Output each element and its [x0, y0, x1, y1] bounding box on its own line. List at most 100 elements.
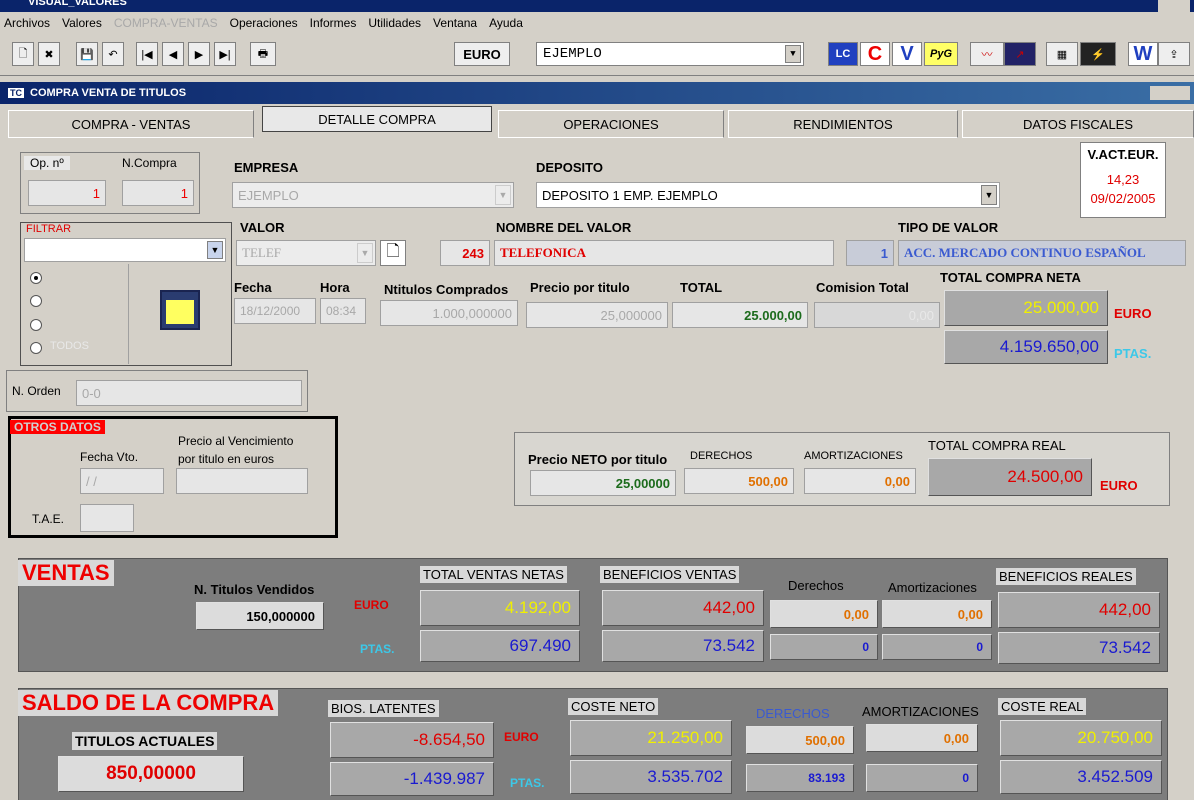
- document-icon[interactable]: 🗋: [380, 240, 406, 266]
- inner-window-controls[interactable]: [1150, 86, 1190, 100]
- op-number-field[interactable]: 1: [28, 180, 106, 206]
- valor-select[interactable]: TELEF ▼: [236, 240, 376, 266]
- menu-utilidades[interactable]: Utilidades: [368, 16, 421, 30]
- comision-field[interactable]: 0,00: [814, 302, 940, 328]
- line-chart-icon[interactable]: 〰: [970, 42, 1004, 66]
- company-select[interactable]: EJEMPLO ▼: [536, 42, 804, 66]
- menu-valores[interactable]: Valores: [62, 16, 102, 30]
- chevron-down-icon[interactable]: ▼: [785, 45, 801, 63]
- currency-button[interactable]: EURO: [454, 42, 510, 66]
- deposito-label: DEPOSITO: [536, 160, 603, 175]
- menu-operaciones[interactable]: Operaciones: [230, 16, 298, 30]
- titulos-actuales-label: TITULOS ACTUALES: [72, 732, 218, 750]
- filter-radio-2[interactable]: [30, 295, 42, 307]
- latentes-ptas: -1.439.987: [330, 762, 494, 796]
- saldo-title: SALDO DE LA COMPRA: [18, 690, 279, 716]
- saldo-amortizaciones-euro: 0,00: [866, 724, 978, 752]
- chevron-down-icon[interactable]: ▼: [495, 185, 511, 205]
- filter-divider: [128, 264, 129, 364]
- beneficios-ventas-euro: 442,00: [602, 590, 764, 626]
- precio-vto-label-2: por titulo en euros: [178, 452, 275, 466]
- first-record-icon[interactable]: |◀: [136, 42, 158, 66]
- window-controls[interactable]: [1158, 0, 1190, 12]
- inner-window-title: COMPRA VENTA DE TITULOS: [30, 87, 187, 99]
- previous-record-icon[interactable]: ◀: [162, 42, 184, 66]
- saldo-amortizaciones-label: AMORTIZACIONES: [862, 704, 979, 719]
- total-field[interactable]: 25.000,00: [672, 302, 808, 328]
- new-document-icon[interactable]: 🗋: [12, 42, 34, 66]
- titulos-vendidos-label: N. Titulos Vendidos: [194, 582, 315, 597]
- tab-rendimientos[interactable]: RENDIMIENTOS: [728, 110, 958, 138]
- fecha-field[interactable]: 18/12/2000: [234, 298, 316, 324]
- derechos-field[interactable]: 500,00: [684, 468, 794, 494]
- company-select-value: EJEMPLO: [543, 46, 602, 62]
- tipo-valor-field[interactable]: ACC. MERCADO CONTINUO ESPAÑOL: [898, 240, 1186, 266]
- valor-code-field[interactable]: 243: [440, 240, 490, 266]
- filter-radio-1[interactable]: [30, 272, 42, 284]
- tab-datos-fiscales[interactable]: DATOS FISCALES: [962, 110, 1194, 138]
- fecha-vto-field[interactable]: / /: [80, 468, 164, 494]
- ventas-netas-label: TOTAL VENTAS NETAS: [420, 566, 567, 583]
- app-logo-icon: TC: [8, 88, 24, 98]
- ncompra-field[interactable]: 1: [122, 180, 194, 206]
- menu-informes[interactable]: Informes: [310, 16, 357, 30]
- tipo-valor-label: TIPO DE VALOR: [898, 220, 999, 235]
- next-record-icon[interactable]: ▶: [188, 42, 210, 66]
- titulos-comprados-field[interactable]: 1.000,000000: [380, 300, 518, 326]
- ventas-derechos-label: Derechos: [788, 578, 844, 593]
- precio-vto-field[interactable]: [176, 468, 308, 494]
- tab-compra-ventas[interactable]: COMPRA - VENTAS: [8, 110, 254, 138]
- chevron-down-icon[interactable]: ▼: [357, 243, 373, 263]
- print-icon[interactable]: 🖶: [250, 42, 276, 66]
- pyg-icon[interactable]: PyG: [924, 42, 958, 66]
- last-record-icon[interactable]: ▶|: [214, 42, 236, 66]
- coste-real-euro: 20.750,00: [1000, 720, 1162, 756]
- tab-detalle-compra[interactable]: DETALLE COMPRA: [262, 106, 492, 132]
- fecha-label: Fecha: [234, 280, 272, 295]
- saldo-ptas-label: PTAS.: [510, 776, 545, 790]
- folder-icon[interactable]: [160, 290, 200, 330]
- menu-ayuda[interactable]: Ayuda: [489, 16, 523, 30]
- menu-ventana[interactable]: Ventana: [433, 16, 477, 30]
- trend-chart-icon[interactable]: ↗: [1004, 42, 1036, 66]
- otros-datos-title: OTROS DATOS: [10, 420, 105, 434]
- venta-icon[interactable]: V: [892, 42, 922, 66]
- deposito-select[interactable]: DEPOSITO 1 EMP. EJEMPLO ▼: [536, 182, 1000, 208]
- amortizaciones-field[interactable]: 0,00: [804, 468, 916, 494]
- delete-icon[interactable]: ✖: [38, 42, 60, 66]
- menu-bar: Archivos Valores COMPRA-VENTAS Operacion…: [0, 12, 1194, 34]
- beneficios-ventas-label: BENEFICIOS VENTAS: [600, 566, 740, 583]
- precio-vto-label-1: Precio al Vencimiento: [178, 434, 294, 448]
- filter-radio-4-label: TODOS: [50, 340, 89, 352]
- word-icon[interactable]: W: [1128, 42, 1158, 66]
- filter-radio-4[interactable]: [30, 342, 42, 354]
- menu-archivos[interactable]: Archivos: [4, 16, 50, 30]
- lightning-icon[interactable]: ⚡: [1080, 42, 1116, 66]
- filter-radio-3[interactable]: [30, 319, 42, 331]
- chevron-down-icon[interactable]: ▼: [207, 241, 223, 259]
- hora-field[interactable]: 08:34: [320, 298, 366, 324]
- tae-field[interactable]: [80, 504, 134, 532]
- export-icon[interactable]: ⇪: [1158, 42, 1190, 66]
- save-icon[interactable]: 💾: [76, 42, 98, 66]
- chevron-down-icon[interactable]: ▼: [981, 185, 997, 205]
- spreadsheet-icon[interactable]: ▦: [1046, 42, 1078, 66]
- coste-real-ptas: 3.452.509: [1000, 760, 1162, 794]
- filter-select[interactable]: ▼: [24, 238, 226, 262]
- beneficios-reales-label: BENEFICIOS REALES: [996, 568, 1136, 585]
- menu-compra-ventas: COMPRA-VENTAS: [113, 16, 218, 30]
- comision-label: Comision Total: [816, 280, 909, 295]
- tab-operaciones[interactable]: OPERACIONES: [498, 110, 724, 138]
- tipo-code-field[interactable]: 1: [846, 240, 894, 266]
- empresa-select[interactable]: EJEMPLO ▼: [232, 182, 514, 208]
- compra-icon[interactable]: C: [860, 42, 890, 66]
- ledger-icon[interactable]: LC: [828, 42, 858, 66]
- window-title: VISUAL_VALORES: [28, 0, 127, 8]
- latentes-euro: -8.654,50: [330, 722, 494, 758]
- undo-icon[interactable]: ↶: [102, 42, 124, 66]
- nombre-valor-field[interactable]: TELEFONICA: [494, 240, 834, 266]
- orden-field[interactable]: 0-0: [76, 380, 302, 406]
- precio-titulo-field[interactable]: 25,000000: [526, 302, 668, 328]
- beneficios-ventas-ptas: 73.542: [602, 630, 764, 662]
- precio-neto-field[interactable]: 25,00000: [530, 470, 676, 496]
